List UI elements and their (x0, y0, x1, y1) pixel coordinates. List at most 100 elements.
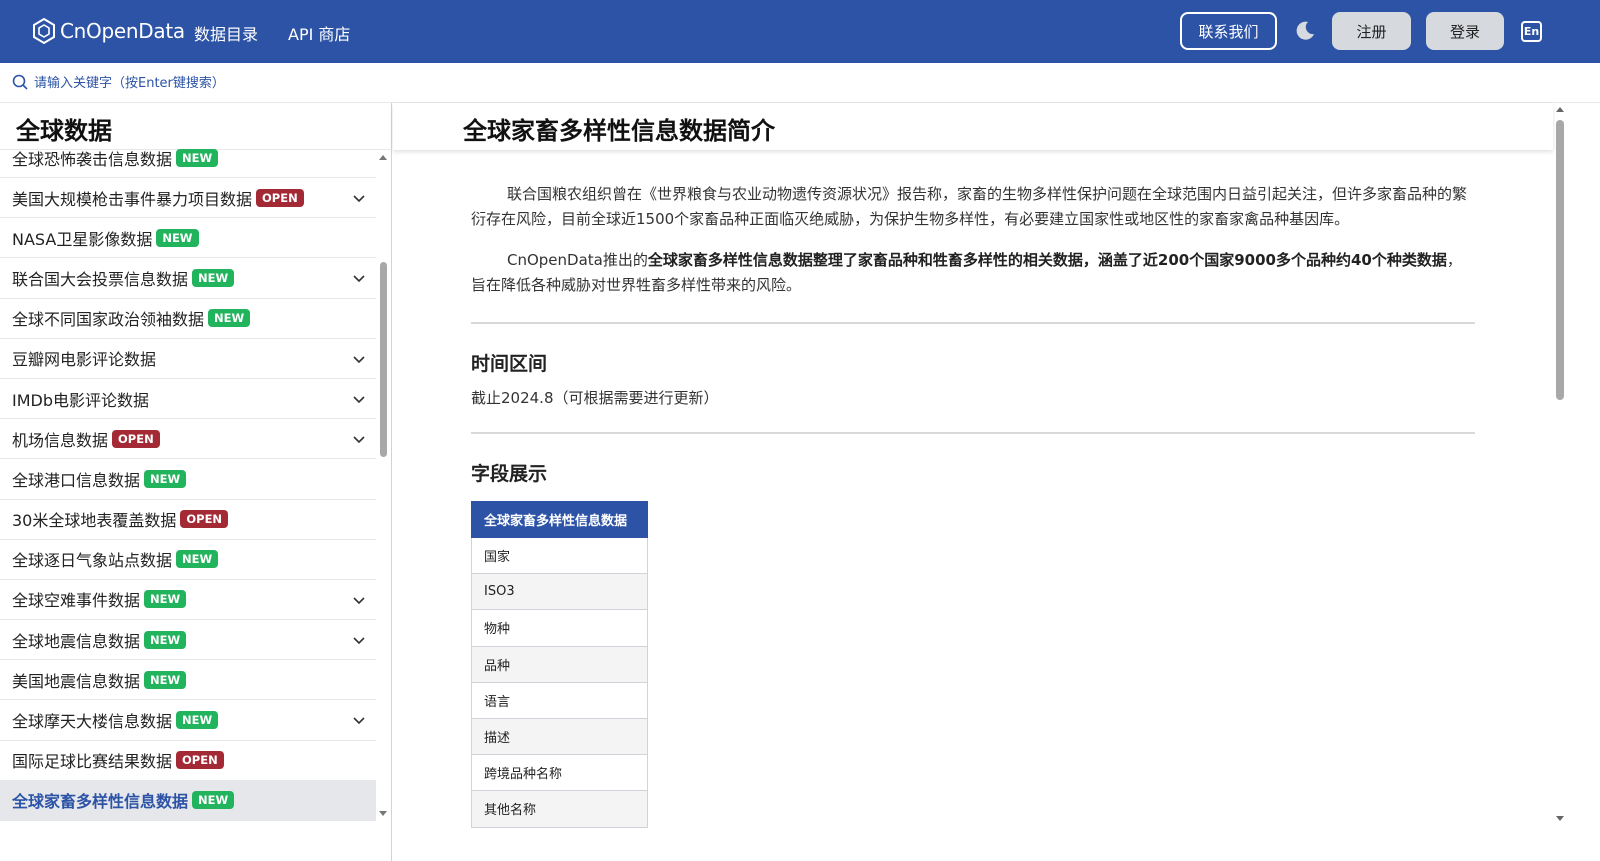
main-scrollbar-thumb[interactable] (1556, 120, 1564, 400)
table-row: 跨境品种名称 (471, 754, 648, 792)
table-cell: 国家 (471, 536, 648, 575)
list-item-label: 全球逐日气象站点数据 (12, 551, 173, 571)
register-button[interactable]: 注册 (1332, 12, 1411, 50)
table-cell: 跨境品种名称 (471, 754, 648, 792)
list-item-label: 全球恐怖袭击信息数据 (12, 150, 173, 169)
time-range-text: 截止2024.8（可根据需要进行更新） (471, 389, 719, 407)
new-badge: NEW (192, 791, 235, 810)
new-badge: NEW (208, 309, 251, 328)
table-row: 品种 (471, 645, 648, 683)
list-item-label: 全球家畜多样性信息数据 (12, 792, 189, 812)
top-navbar: CnOpenData 数据目录 API 商店 联系我们 注册 登录 En (0, 0, 1600, 63)
chevron-down-icon[interactable] (352, 352, 366, 366)
table-cell: 其他名称 (471, 790, 648, 828)
new-badge: NEW (144, 590, 187, 609)
list-item-label: NASA卫星影像数据 (12, 229, 153, 249)
main-content: 全球家畜多样性信息数据简介 联合国粮农组织曾在《世界粮食与农业动物遗传资源状况》… (393, 103, 1553, 861)
new-badge: NEW (176, 149, 219, 167)
list-item[interactable]: 国际足球比赛结果数据 OPEN (0, 741, 376, 781)
page-title: 全球家畜多样性信息数据简介 (463, 117, 775, 145)
list-item[interactable]: 机场信息数据 OPEN (0, 419, 376, 460)
table-row: ISO3 (471, 573, 648, 611)
open-badge: OPEN (176, 751, 224, 770)
list-item[interactable]: 豆瓣网电影评论数据 (0, 339, 376, 379)
list-item[interactable]: 30米全球地表覆盖数据 OPEN (0, 500, 376, 540)
list-item[interactable]: 全球港口信息数据 NEW (0, 459, 376, 500)
logo[interactable]: CnOpenData (32, 17, 185, 45)
new-badge: NEW (176, 550, 219, 569)
search-icon (12, 74, 28, 90)
divider (471, 432, 1475, 434)
nav-data-catalog[interactable]: 数据目录 (194, 21, 258, 45)
list-item-label: 全球摩天大楼信息数据 (12, 712, 173, 732)
search-input[interactable] (34, 72, 534, 94)
chevron-down-icon[interactable] (352, 593, 366, 607)
table-cell: 物种 (471, 609, 648, 647)
table-row: 物种 (471, 609, 648, 647)
fields-table: 全球家畜多样性信息数据 国家 ISO3 物种 品种 语言 描述 跨境品种名称 其他名称 (471, 501, 648, 828)
open-badge: OPEN (256, 188, 304, 207)
table-cell: 描述 (471, 717, 648, 756)
list-item[interactable]: 全球恐怖袭击信息数据 NEW (0, 147, 376, 178)
list-item[interactable]: 全球摩天大楼信息数据 NEW (0, 700, 376, 741)
scroll-down-arrow-icon[interactable] (1556, 816, 1564, 821)
search-bar (0, 63, 1600, 103)
list-item[interactable]: 全球空难事件数据 NEW (0, 580, 376, 621)
chevron-down-icon[interactable] (352, 191, 366, 205)
open-badge: OPEN (180, 510, 229, 529)
table-row: 其他名称 (471, 790, 648, 828)
list-item-label: 30米全球地表覆盖数据 (12, 511, 177, 531)
list-item-label: 国际足球比赛结果数据 (12, 752, 173, 772)
open-badge: OPEN (112, 429, 160, 448)
new-badge: NEW (176, 711, 219, 730)
chevron-down-icon[interactable] (352, 271, 366, 285)
main-header: 全球家畜多样性信息数据简介 (393, 103, 1553, 150)
list-item-label: 美国地震信息数据 (12, 671, 141, 691)
list-item[interactable]: 全球逐日气象站点数据 NEW (0, 540, 376, 580)
chevron-down-icon[interactable] (352, 633, 366, 647)
list-item-label: 美国大规模枪击事件暴力项目数据 (12, 189, 253, 209)
contact-us-button[interactable]: 联系我们 (1180, 12, 1277, 50)
list-item-label: 联合国大会投票信息数据 (12, 269, 189, 289)
list-item-label: 全球空难事件数据 (12, 591, 141, 611)
new-badge: NEW (144, 670, 187, 689)
new-badge: NEW (144, 630, 187, 649)
sidebar-scrollbar-thumb[interactable] (380, 262, 387, 457)
intro-text: CnOpenData推出的 (507, 251, 648, 269)
nav-api-store[interactable]: API 商店 (288, 21, 350, 45)
scroll-down-arrow-icon[interactable] (379, 811, 387, 816)
list-item-label: 全球地震信息数据 (12, 631, 141, 651)
scroll-up-arrow-icon[interactable] (379, 155, 387, 160)
table-cell: 品种 (471, 645, 648, 683)
intro-highlight: 全球家畜多样性信息数据整理了家畜品种和牲畜多样性的相关数据，涵盖了近200个国家… (647, 251, 1447, 269)
list-item[interactable]: 全球家畜多样性信息数据 NEW (0, 780, 376, 821)
logo-text: CnOpenData (60, 19, 185, 43)
chevron-down-icon[interactable] (352, 392, 366, 406)
list-item-label: IMDb电影评论数据 (12, 390, 150, 410)
new-badge: NEW (156, 228, 199, 247)
intro-paragraph-2: CnOpenData推出的全球家畜多样性信息数据整理了家畜品种和牲畜多样性的相关… (471, 248, 1471, 298)
list-item[interactable]: 美国大规模枪击事件暴力项目数据 OPEN (0, 178, 376, 219)
divider (471, 322, 1475, 324)
chevron-down-icon[interactable] (352, 713, 366, 727)
list-item[interactable]: 全球不同国家政治领袖数据 NEW (0, 299, 376, 339)
time-range-title: 时间区间 (471, 353, 548, 375)
dark-mode-moon-icon[interactable] (1294, 19, 1316, 41)
list-item[interactable]: IMDb电影评论数据 (0, 379, 376, 420)
list-item[interactable]: 美国地震信息数据 NEW (0, 660, 376, 701)
table-cell: ISO3 (471, 573, 648, 611)
list-item-label: 全球不同国家政治领袖数据 (12, 310, 205, 330)
login-button[interactable]: 登录 (1426, 12, 1504, 50)
list-item[interactable]: 全球地震信息数据 NEW (0, 620, 376, 661)
table-row: 国家 (471, 536, 648, 575)
sidebar-scrollbar[interactable] (377, 150, 388, 825)
intro-paragraph: 联合国粮农组织曾在《世界粮食与农业动物遗传资源状况》报告称，家畜的生物多样性保护… (471, 185, 1468, 228)
language-switch[interactable]: En (1521, 21, 1542, 42)
list-item[interactable]: 联合国大会投票信息数据 NEW (0, 258, 376, 299)
table-header: 全球家畜多样性信息数据 (471, 501, 648, 538)
hexagon-logo-icon (33, 17, 55, 45)
scroll-up-arrow-icon[interactable] (1556, 107, 1564, 112)
dataset-list: 美国大规模枪击事件暴力项目数据 OPEN NASA卫星影像数据 NEW 联合国大会投票信… (0, 178, 376, 823)
list-item[interactable]: NASA卫星影像数据 NEW (0, 218, 376, 259)
chevron-down-icon[interactable] (352, 432, 366, 446)
